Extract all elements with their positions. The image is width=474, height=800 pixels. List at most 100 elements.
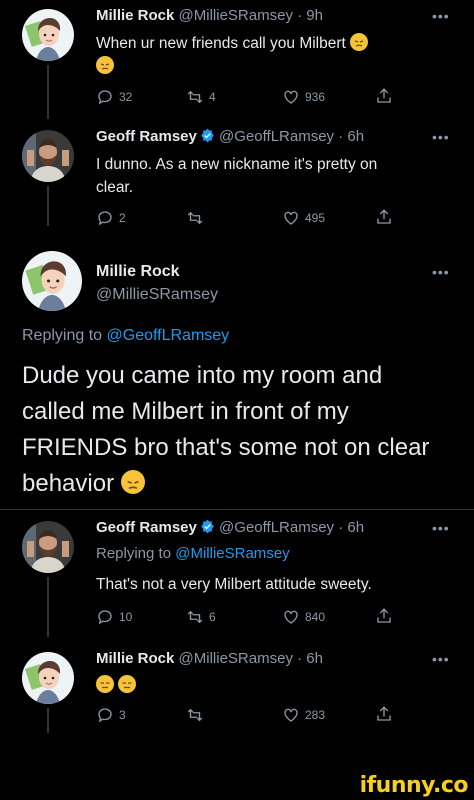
like-button[interactable]: 495 xyxy=(282,209,325,227)
author-handle[interactable]: @GeoffLRamsey xyxy=(219,519,334,536)
tweet-text-line: FRIENDS bro that's some not on clear xyxy=(22,434,430,461)
like-icon xyxy=(282,209,300,227)
tweet-text-line: called me Milbert in front of my xyxy=(22,398,349,425)
tweet2-header: Geoff Ramsey @GeoffLRamsey · 6h xyxy=(96,128,364,145)
tweet4-text xyxy=(96,675,137,695)
like-button[interactable]: 936 xyxy=(282,88,325,106)
reply-button[interactable]: 2 xyxy=(96,209,126,227)
verified-icon xyxy=(200,519,215,534)
author-name[interactable]: Millie Rock xyxy=(96,7,174,24)
replying-to: Replying to @GeoffLRamsey xyxy=(22,327,229,345)
timestamp[interactable]: · 6h xyxy=(338,128,364,145)
like-count: 936 xyxy=(305,90,326,104)
timestamp[interactable]: · 6h xyxy=(297,650,323,667)
retweet-button[interactable]: 4 xyxy=(186,88,216,106)
watermark-bar: ifunny.co xyxy=(0,773,474,800)
replying-to-link[interactable]: @MillieSRamsey xyxy=(175,545,289,562)
more-icon[interactable]: ••• xyxy=(432,8,450,24)
tweet-text: When ur new friends call you Milbert xyxy=(96,35,346,52)
like-button[interactable]: 283 xyxy=(282,706,325,724)
author-handle[interactable]: @MillieSRamsey xyxy=(179,650,293,667)
ifunny-watermark: ifunny.co xyxy=(359,773,469,798)
share-button[interactable] xyxy=(375,208,393,226)
more-icon[interactable]: ••• xyxy=(432,520,450,536)
like-count: 283 xyxy=(305,708,326,722)
like-icon xyxy=(282,88,300,106)
share-button[interactable] xyxy=(375,705,393,723)
retweet-icon xyxy=(186,209,204,227)
geoff-avatar[interactable] xyxy=(22,130,74,182)
tweet3-header: Geoff Ramsey @GeoffLRamsey · 6h xyxy=(96,519,364,536)
retweet-icon xyxy=(186,608,204,626)
tweet-text: That's not a very Milbert attitude sweet… xyxy=(96,576,372,593)
pensive-emoji-icon xyxy=(96,56,114,74)
reply-icon xyxy=(96,88,114,106)
tweet-text-line: behavior xyxy=(22,470,115,497)
replying-to-label: Replying to xyxy=(22,327,103,344)
retweet-icon xyxy=(186,706,204,724)
tweet2-text: I dunno. As a new nickname it's pretty o… xyxy=(96,153,377,199)
replying-to: Replying to @MillieSRamsey xyxy=(96,545,290,562)
author-handle[interactable]: @MillieSRamsey xyxy=(96,286,218,304)
author-handle[interactable]: @MillieSRamsey xyxy=(179,7,293,24)
pensive-emoji-icon xyxy=(350,33,369,51)
share-icon xyxy=(375,87,393,105)
reply-button[interactable]: 32 xyxy=(96,88,132,106)
retweet-button[interactable]: 6 xyxy=(186,608,216,626)
timestamp[interactable]: · 6h xyxy=(338,519,364,536)
reply-count: 10 xyxy=(119,610,133,624)
thread-line xyxy=(47,65,49,119)
geoff-avatar[interactable] xyxy=(22,521,74,573)
tweet1-header: Millie Rock @MillieSRamsey · 9h xyxy=(96,7,323,24)
tweet-text-line: clear. xyxy=(96,179,134,196)
millie-avatar[interactable] xyxy=(22,251,82,311)
retweet-count: 4 xyxy=(209,90,216,104)
author-name[interactable]: Geoff Ramsey xyxy=(96,128,197,145)
reply-count: 2 xyxy=(119,211,126,225)
author-name[interactable]: Millie Rock xyxy=(96,263,180,281)
share-icon xyxy=(375,208,393,226)
expressionless-emoji-icon xyxy=(118,675,137,693)
millie-avatar[interactable] xyxy=(22,9,74,61)
share-icon xyxy=(375,607,393,625)
pensive-emoji-icon xyxy=(120,470,145,494)
author-name[interactable]: Geoff Ramsey xyxy=(96,519,197,536)
tweet4-header: Millie Rock @MillieSRamsey · 6h xyxy=(96,650,323,667)
more-icon[interactable]: ••• xyxy=(432,129,450,145)
tweet-text-line: I dunno. As a new nickname it's pretty o… xyxy=(96,156,378,173)
expressionless-emoji-icon xyxy=(96,675,114,693)
thread-line xyxy=(47,577,49,637)
retweet-count: 6 xyxy=(209,610,216,624)
more-icon[interactable]: ••• xyxy=(432,651,450,667)
like-icon xyxy=(282,706,300,724)
timestamp[interactable]: · 9h xyxy=(297,7,323,24)
share-icon xyxy=(375,705,393,723)
reply-button[interactable]: 3 xyxy=(96,706,126,724)
thread-line xyxy=(47,186,49,226)
share-button[interactable] xyxy=(375,87,393,105)
replying-to-link[interactable]: @GeoffLRamsey xyxy=(107,327,230,344)
replying-to-label: Replying to xyxy=(96,545,172,562)
reply-count: 32 xyxy=(119,90,133,104)
retweet-button[interactable] xyxy=(186,706,204,724)
like-button[interactable]: 840 xyxy=(282,608,325,626)
reply-count: 3 xyxy=(119,708,126,722)
reply-button[interactable]: 10 xyxy=(96,608,132,626)
verified-icon xyxy=(200,128,215,143)
more-icon[interactable]: ••• xyxy=(432,264,450,280)
like-icon xyxy=(282,608,300,626)
author-handle[interactable]: @GeoffLRamsey xyxy=(219,128,334,145)
retweet-icon xyxy=(186,88,204,106)
millie-avatar[interactable] xyxy=(22,652,74,704)
reply-icon xyxy=(96,608,114,626)
like-count: 840 xyxy=(305,610,326,624)
retweet-button[interactable] xyxy=(186,209,204,227)
share-button[interactable] xyxy=(375,607,393,625)
author-name[interactable]: Millie Rock xyxy=(96,650,174,667)
thread-line xyxy=(47,708,49,733)
main-tweet-text: Dude you came into my room and called me… xyxy=(22,358,462,502)
reply-icon xyxy=(96,706,114,724)
tweet-text-line: Dude you came into my room and xyxy=(22,362,383,389)
divider xyxy=(0,509,474,510)
tweet1-text: When ur new friends call you Milbert xyxy=(96,32,446,78)
